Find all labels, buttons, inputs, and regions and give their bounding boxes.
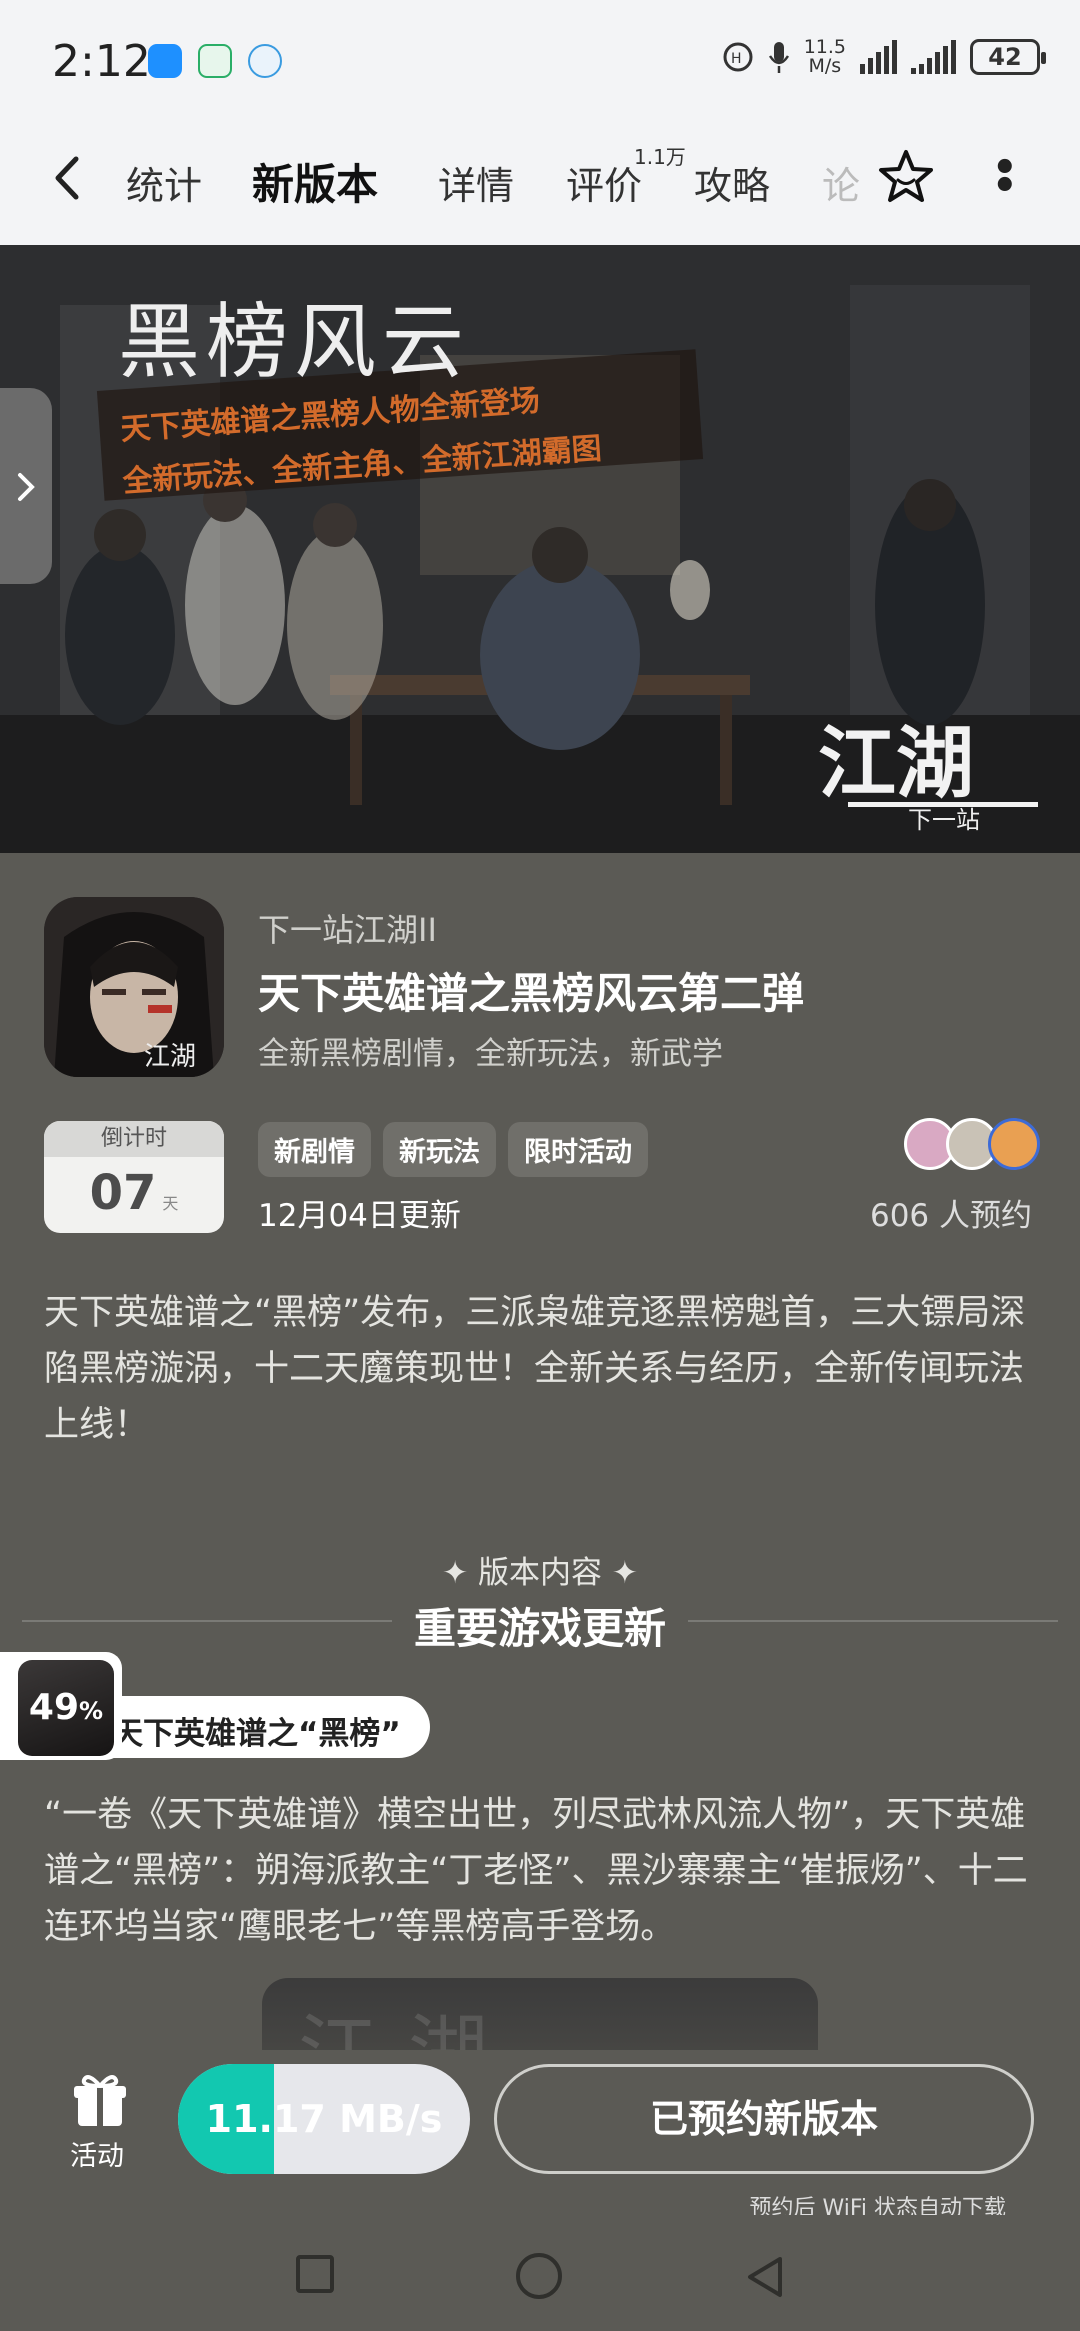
tab-new-version[interactable]: 新版本	[247, 151, 383, 218]
tab-details[interactable]: 详情	[438, 155, 514, 210]
chat-bubble-icon	[248, 44, 282, 78]
download-progress-button[interactable]: 11.17 MB/s	[178, 2064, 470, 2174]
wechat-app-icon	[198, 44, 232, 78]
side-expand-handle[interactable]	[0, 388, 52, 584]
tab-guides[interactable]: 攻略	[694, 155, 770, 210]
percent-sign: %	[79, 1697, 104, 1725]
feature-title-pill: 天下英雄谱之“黑榜”	[80, 1696, 430, 1758]
section-label: ✦ 版本内容 ✦	[442, 1555, 638, 1591]
back-nav-icon[interactable]	[742, 2253, 790, 2301]
system-nav-bar	[0, 2215, 1080, 2331]
download-speed: 11.17 MB/s	[205, 2097, 443, 2141]
favorite-star-icon[interactable]	[876, 147, 936, 207]
tag-list: 新剧情 新玩法 限时活动	[258, 1122, 648, 1177]
battery-icon: 42	[970, 39, 1046, 75]
signal-icon	[860, 40, 897, 74]
game-logo-text: 江湖	[818, 718, 974, 809]
download-percent-value: 49	[28, 1687, 80, 1728]
countdown-header: 倒计时	[44, 1121, 224, 1157]
update-title: 天下英雄谱之黑榜风云第二弹	[258, 969, 805, 1018]
hd-call-icon: H	[723, 42, 753, 72]
review-count: 1.1万	[634, 145, 686, 169]
countdown-card: 倒计时 07 天	[44, 1121, 224, 1233]
game-character-art: 江湖	[44, 897, 224, 1077]
message-app-icon	[148, 44, 182, 78]
feature-title: 天下英雄谱之“黑榜”	[112, 1716, 401, 1752]
status-right: H 11.5 M/s 42	[722, 38, 1046, 76]
reserver-avatars[interactable]	[904, 1118, 1044, 1174]
chevron-left-icon	[55, 156, 79, 200]
avatar	[988, 1118, 1040, 1170]
game-name[interactable]: 下一站江湖II	[258, 905, 437, 951]
tag-chip: 限时活动	[508, 1122, 648, 1177]
bottom-action-bar: 活动 11.17 MB/s 已预约新版本 预约后 WiFi 状态自动下载	[0, 2050, 1080, 2221]
activity-label[interactable]: 活动	[70, 2134, 124, 2173]
net-speed-unit: M/s	[808, 55, 842, 77]
update-description: 天下英雄谱之“黑榜”发布，三派枭雄竞逐黑榜魁首，三大镖局深陷黑榜漩涡，十二天魔策…	[44, 1293, 1026, 1445]
status-bar: 2:12 H 11.5 M/s 42	[0, 0, 1080, 125]
tag-chip: 新玩法	[383, 1122, 496, 1177]
net-speed: 11.5 M/s	[804, 38, 846, 76]
tab-stats[interactable]: 统计	[126, 155, 202, 210]
game-icon-logo-text: 江湖	[144, 1042, 196, 1072]
tab-reviews[interactable]: 评价	[566, 155, 642, 210]
tag-chip: 新剧情	[258, 1122, 371, 1177]
countdown-unit: 天	[162, 1194, 179, 1213]
game-logo-sub: 下一站	[908, 806, 980, 833]
top-nav: 统计 新版本 详情 评价 1.1万 攻略 论 • •	[0, 125, 1080, 245]
status-time: 2:12	[52, 36, 151, 87]
game-app-icon[interactable]: 江湖	[44, 897, 224, 1077]
chevron-right-icon	[18, 473, 35, 501]
signal-2-icon	[911, 40, 956, 74]
banner-title: 黑榜风云	[118, 295, 471, 390]
update-tagline: 全新黑榜剧情，全新玩法，新武学	[258, 1036, 723, 1072]
back-button[interactable]	[52, 155, 82, 213]
download-percent: 49%	[18, 1660, 114, 1756]
more-menu-icon[interactable]: • •	[992, 148, 1018, 206]
countdown-days: 07 天	[44, 1157, 224, 1233]
version-banner[interactable]: 黑榜风云 天下英雄谱之黑榜人物全新登场 全新玩法、全新主角、全新江湖霸图 江湖 …	[0, 245, 1080, 853]
recent-apps-icon[interactable]	[296, 2255, 334, 2293]
section-title: 重要游戏更新	[413, 1604, 666, 1653]
home-icon[interactable]	[516, 2253, 562, 2299]
game-logo: 江湖 下一站	[818, 718, 1038, 833]
floating-download-badge[interactable]: 49%	[0, 1652, 122, 1760]
tab-forum[interactable]: 论	[822, 155, 860, 210]
feature-body: “一卷《天下英雄谱》横空出世，列尽武林风流人物”，天下英雄谱之“黑榜”：朔海派教…	[44, 1795, 1028, 1947]
reserved-new-version-button[interactable]: 已预约新版本	[494, 2064, 1034, 2174]
gift-icon[interactable]	[70, 2070, 130, 2130]
countdown-days-value: 07	[89, 1165, 157, 1221]
svg-text:H: H	[731, 51, 742, 67]
update-date: 12月04日更新	[258, 1198, 461, 1234]
mic-icon	[768, 42, 789, 73]
reservation-count: 606 人预约	[869, 1198, 1032, 1234]
